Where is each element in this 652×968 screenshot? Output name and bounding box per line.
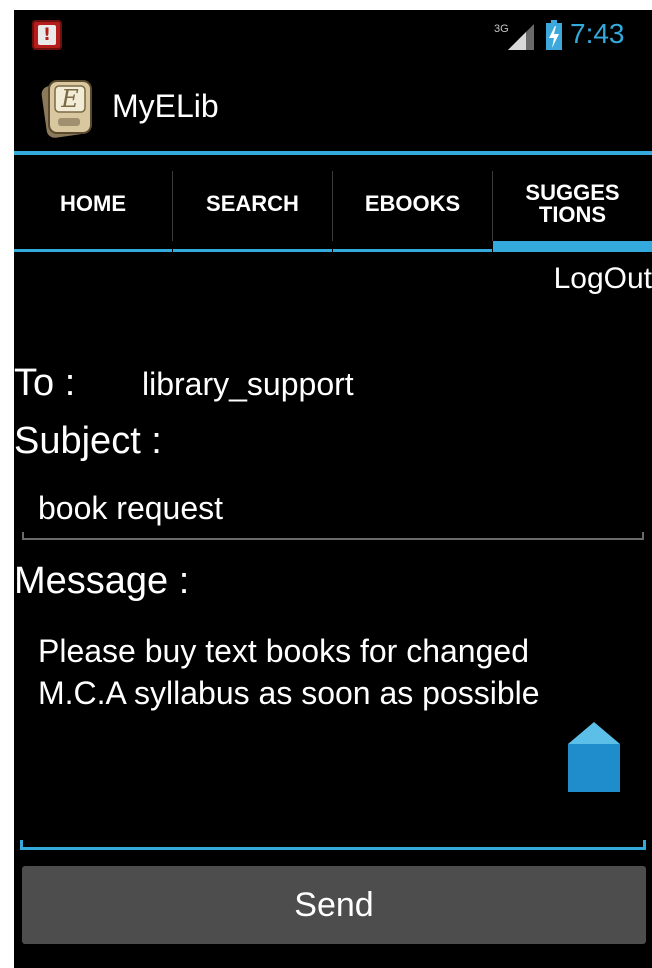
- tab-search[interactable]: SEARCH: [173, 155, 332, 252]
- subject-input-value: book request: [38, 490, 224, 526]
- tab-home[interactable]: HOME: [14, 155, 172, 252]
- app-title: MyELib: [112, 88, 219, 124]
- tab-bar: HOME SEARCH EBOOKS SUGGES TIONS: [14, 155, 652, 252]
- to-value: library_support: [142, 366, 354, 402]
- tab-home-label: HOME: [60, 190, 126, 216]
- message-input[interactable]: Please buy text books for changed M.C.A …: [20, 622, 646, 850]
- tab-ebooks-label: EBOOKS: [364, 190, 461, 216]
- tab-search-label: SEARCH: [206, 190, 299, 216]
- network-type-label: 3G: [494, 23, 509, 35]
- app-icon-letter: E: [60, 85, 79, 113]
- tab-suggestions[interactable]: SUGGES TIONS: [493, 155, 652, 252]
- subject-input[interactable]: book request: [22, 482, 644, 540]
- text-cursor-handle[interactable]: [568, 722, 620, 792]
- message-label: Message :: [14, 560, 190, 602]
- tab-ebooks[interactable]: EBOOKS: [333, 155, 492, 252]
- signal-icon: 3G: [494, 23, 534, 50]
- phone-screen: ! 3G 7:43 E MyELib HOME SEARCH EBOOKS SU…: [14, 10, 652, 968]
- alert-icon[interactable]: !: [32, 20, 62, 50]
- logout-link[interactable]: LogOut: [554, 262, 652, 296]
- to-label: To :: [14, 362, 76, 404]
- clock: 7:43: [570, 18, 625, 49]
- subject-label: Subject :: [14, 420, 162, 462]
- action-bar: E MyELib: [14, 60, 652, 150]
- send-button[interactable]: Send: [22, 866, 646, 944]
- battery-icon: [546, 20, 562, 50]
- tab-suggestions-label: SUGGES TIONS: [525, 179, 620, 227]
- message-input-value: Please buy text books for changed M.C.A …: [38, 633, 540, 711]
- ebook-app-icon[interactable]: E: [40, 78, 98, 138]
- status-bar: ! 3G 7:43: [14, 10, 652, 60]
